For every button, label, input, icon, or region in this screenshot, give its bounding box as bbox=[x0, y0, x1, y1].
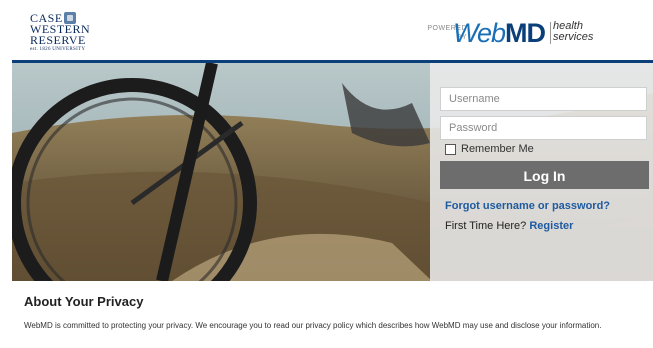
register-link[interactable]: Register bbox=[529, 220, 573, 232]
first-time-text: First Time Here? bbox=[445, 220, 530, 232]
logo-text-university: est. 1826 UNIVERSITY bbox=[30, 47, 86, 52]
logo-text-reserve: RESERVE bbox=[30, 33, 86, 47]
webmd-logo-light: Web bbox=[452, 18, 506, 48]
privacy-title: About Your Privacy bbox=[24, 294, 144, 309]
remember-me[interactable]: Remember Me bbox=[445, 143, 534, 155]
hero-image: Remember Me Log In Forgot username or pa… bbox=[12, 63, 653, 281]
username-input[interactable] bbox=[440, 87, 647, 111]
password-input[interactable] bbox=[440, 116, 647, 140]
remember-me-checkbox[interactable] bbox=[445, 143, 456, 155]
webmd-logo: WebMD bbox=[452, 18, 546, 49]
privacy-text: WebMD is committed to protecting your pr… bbox=[24, 321, 602, 330]
services-label: services bbox=[553, 31, 594, 43]
university-logo[interactable]: CASE WESTERN RESERVE est. 1826 UNIVERSIT… bbox=[30, 12, 110, 54]
remember-me-label: Remember Me bbox=[461, 143, 534, 155]
webmd-logo-bold: MD bbox=[505, 18, 546, 48]
forgot-credentials-link[interactable]: Forgot username or password? bbox=[445, 200, 610, 212]
login-panel: Remember Me Log In Forgot username or pa… bbox=[430, 63, 653, 281]
login-button[interactable]: Log In bbox=[440, 161, 649, 189]
health-services-label: health services bbox=[553, 21, 593, 43]
first-time-row: First Time Here? Register bbox=[445, 220, 573, 232]
header: CASE WESTERN RESERVE est. 1826 UNIVERSIT… bbox=[12, 0, 653, 60]
brand-divider bbox=[550, 22, 551, 44]
login-page: CASE WESTERN RESERVE est. 1826 UNIVERSIT… bbox=[0, 0, 653, 348]
